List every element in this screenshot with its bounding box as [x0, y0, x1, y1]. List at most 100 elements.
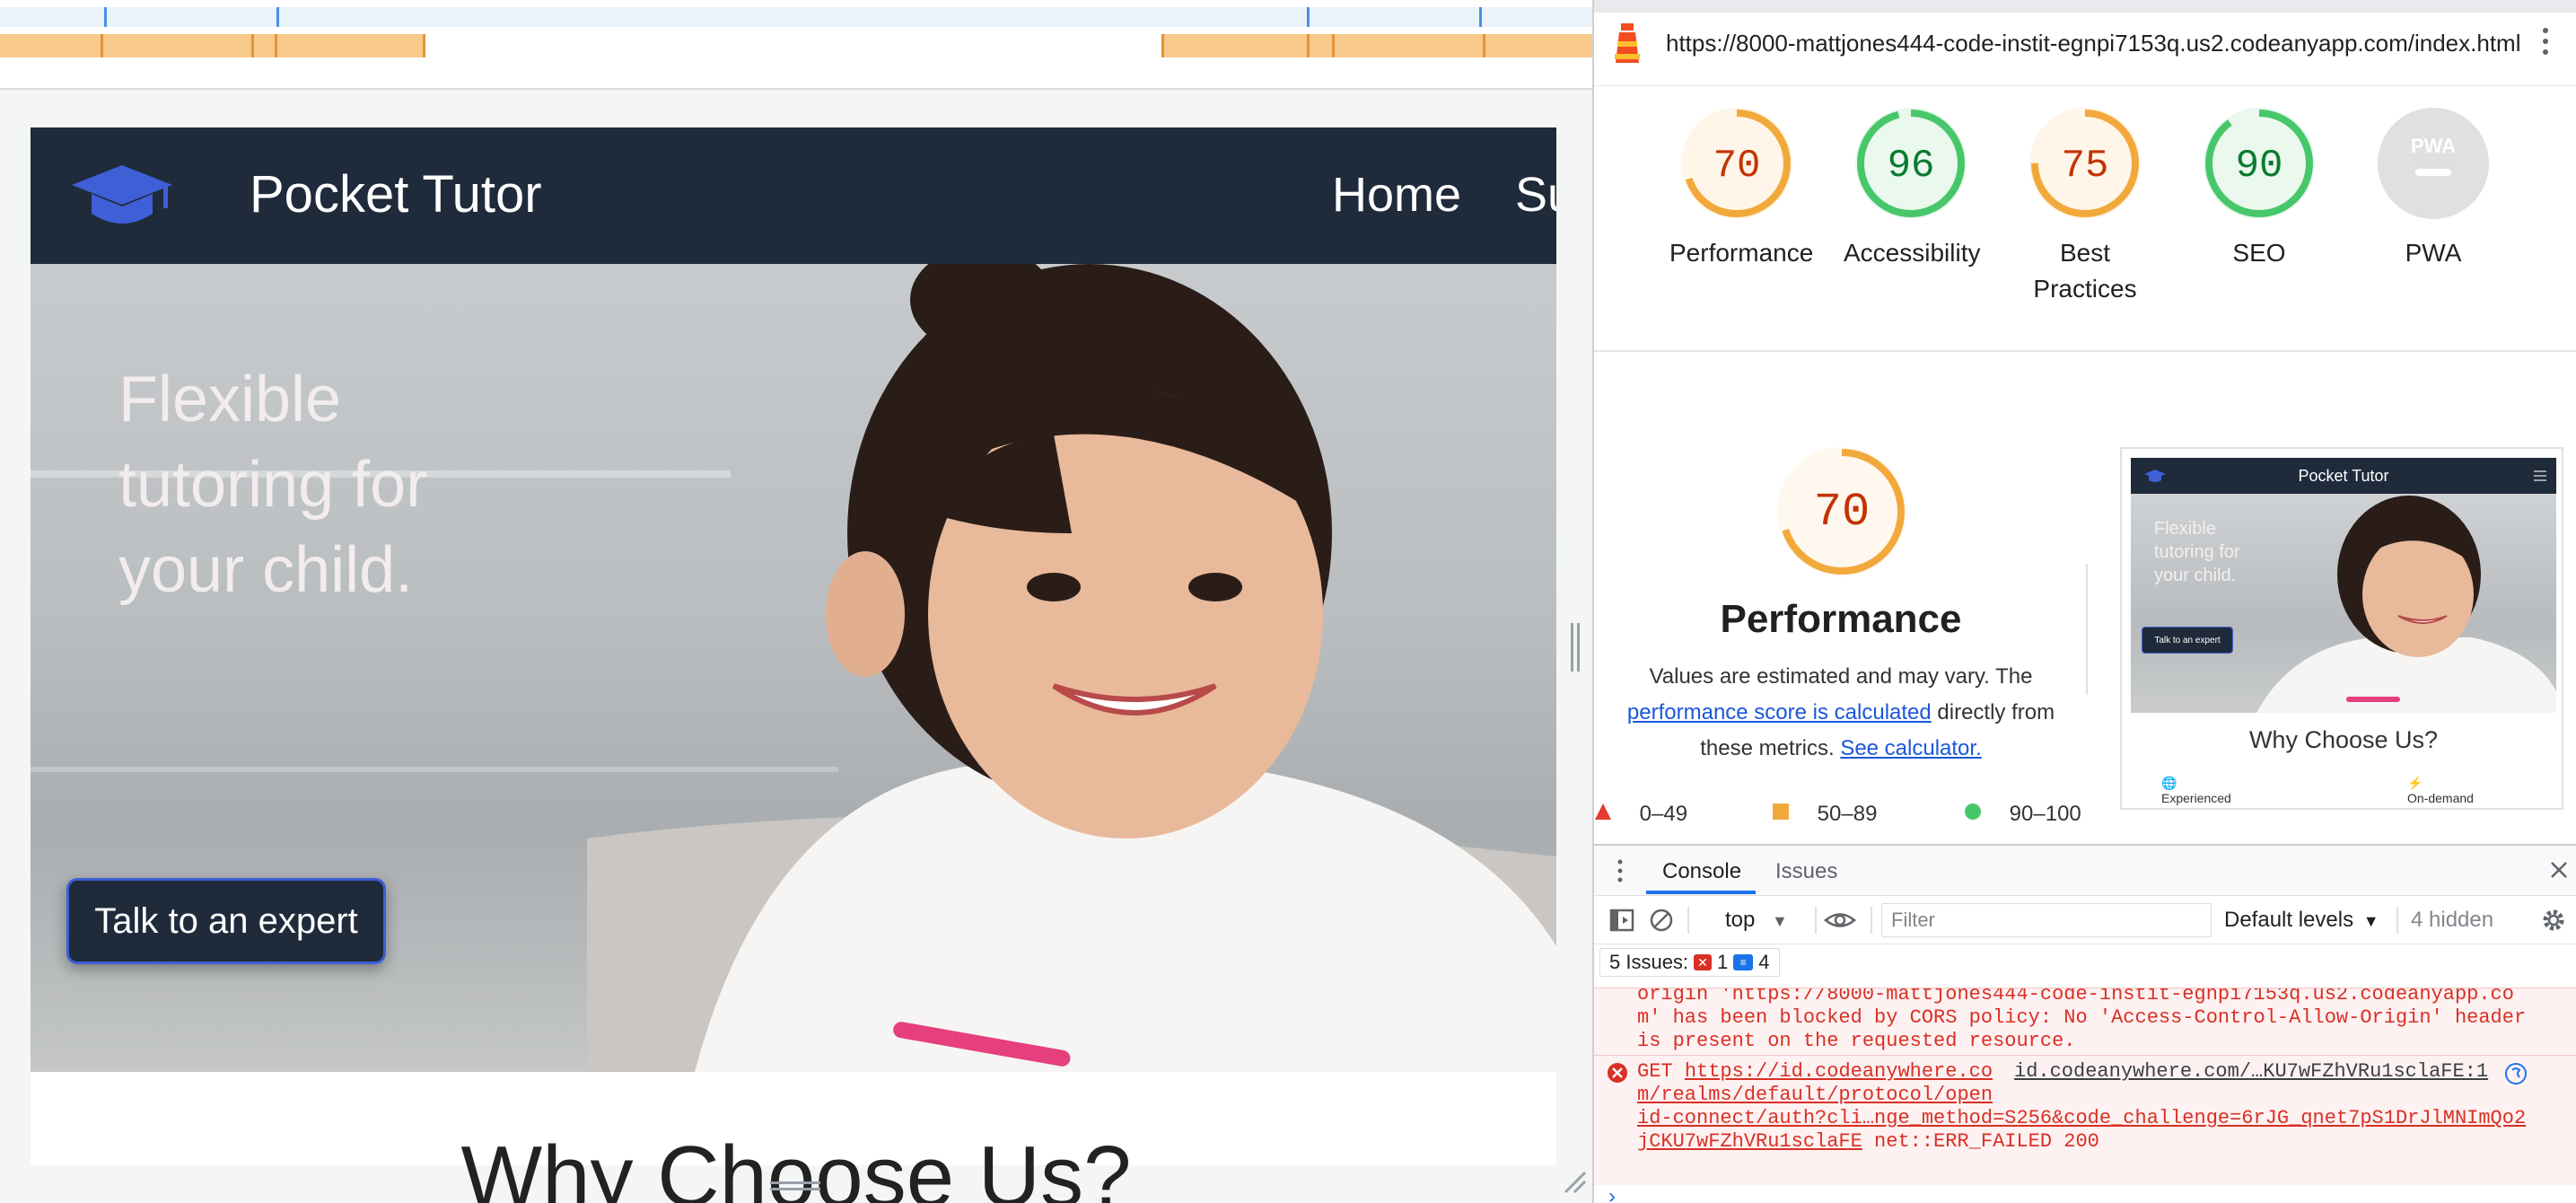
sidebar-toggle-icon[interactable]	[1608, 907, 1635, 934]
resize-corner-icon[interactable]	[1562, 1169, 1587, 1194]
timeline-task-mark	[1332, 34, 1335, 57]
score-gauge-best-practices[interactable]: 75 Best Practices	[2018, 104, 2152, 307]
log-source-link[interactable]: id.codeanywhere.com/…KU7wFZhVRu1sclaFE:1	[2014, 1060, 2488, 1084]
legend-range: 90–100	[2009, 801, 2081, 826]
score-gauge-accessibility[interactable]: 96 Accessibility	[1844, 104, 1981, 271]
log-levels-dropdown[interactable]: Default levels ▼	[2224, 905, 2379, 936]
console-drawer: Console Issues top ▼ Filter Default leve…	[1594, 844, 2576, 1203]
gear-icon[interactable]	[2540, 907, 2567, 934]
score-gauge-seo[interactable]: 90 SEO	[2192, 104, 2326, 271]
timeline-task-mark	[1483, 34, 1485, 57]
page-preview: Pocket Tutor Home Su Flexible tutor	[0, 0, 1592, 1203]
score-calculated-link[interactable]: performance score is calculated	[1627, 700, 1932, 724]
issues-counter-button[interactable]: 5 Issues: ✕ 1 ≡ 4	[1599, 948, 1780, 977]
log-request-url[interactable]: https://id.codeanywhere.co	[1685, 1060, 1993, 1083]
performance-score-large: 70	[1814, 486, 1870, 539]
gauge-value: 96	[1888, 144, 1935, 189]
divider	[1594, 1055, 2576, 1056]
log-request-url[interactable]: id-connect/auth?cli…nge_method=S256&code…	[1637, 1107, 2553, 1130]
context-selector[interactable]: top ▼	[1725, 905, 1788, 936]
divider	[1687, 907, 1689, 934]
devtools-panel: https://8000-mattjones444-code-instit-eg…	[1592, 0, 2576, 1203]
gauge-ring: 75	[2029, 108, 2141, 219]
see-calculator-link[interactable]: See calculator.	[1840, 736, 1981, 760]
drawer-tabbar: Console Issues	[1594, 846, 2576, 896]
console-log: origin 'https://8000-mattjones444-code-i…	[1594, 988, 2576, 1185]
eye-icon[interactable]	[1822, 907, 1858, 934]
score-gauge-pwa[interactable]: PWA PWA	[2366, 104, 2501, 271]
hero-section: Flexible tutoring for your child. Talk t…	[31, 264, 1556, 1072]
network-request-icon[interactable]	[2504, 1062, 2528, 1085]
pwa-dash-icon	[2415, 169, 2451, 176]
active-tab-indicator	[1646, 891, 1756, 894]
thumbnail-feature: ⚡ On-demand	[2407, 776, 2474, 805]
thumbnail-hero-title: Flexible tutoring for your child.	[2154, 519, 2240, 585]
tab-issues[interactable]: Issues	[1775, 855, 1837, 889]
nav-link-partial[interactable]: Su	[1515, 163, 1556, 226]
error-badge-icon: ✕	[1694, 954, 1713, 970]
toolbar-strip	[1594, 0, 2576, 13]
issues-info-count: 4	[1758, 951, 1770, 973]
legend-item-average: 50–89	[1772, 799, 1877, 829]
perf-desc-text: Values are estimated and may vary. The	[1649, 664, 2033, 689]
hamburger-menu-icon	[2534, 470, 2546, 481]
issues-bar: 5 Issues: ✕ 1 ≡ 4	[1594, 944, 2576, 980]
log-status: net::ERR_FAILED 200	[1874, 1130, 2099, 1153]
chevron-down-icon: ▼	[2362, 912, 2379, 930]
square-icon	[1772, 800, 1790, 829]
nav-link-home[interactable]: Home	[1332, 163, 1461, 226]
close-icon[interactable]	[2549, 860, 2569, 880]
legend-item-pass: 90–100	[1964, 799, 2081, 829]
thumbnail-feature: 🌐 Experienced	[2161, 776, 2231, 805]
gauge-ring: 96	[1855, 108, 1967, 219]
chevron-down-icon: ▼	[1772, 912, 1788, 930]
timeline-tick	[104, 7, 107, 27]
issues-label: 5 Issues:	[1609, 951, 1689, 973]
hidden-messages-count: 4 hidden	[2411, 908, 2494, 932]
log-request-url[interactable]: m/realms/default/protocol/open	[1637, 1084, 2553, 1107]
talk-to-expert-button[interactable]: Talk to an expert	[66, 878, 386, 964]
error-icon	[1608, 1063, 1627, 1083]
resize-grip-icon[interactable]	[770, 1180, 820, 1192]
performance-heading: Performance	[1720, 597, 1962, 641]
resize-handle-icon[interactable]	[1569, 623, 1582, 672]
tab-console[interactable]: Console	[1662, 855, 1741, 889]
gauge-ring: PWA	[2378, 108, 2489, 219]
page-screenshot-thumbnail[interactable]: Pocket Tutor Flexible tutoring for your …	[2120, 447, 2563, 810]
site-navbar: Pocket Tutor Home Su	[31, 127, 1556, 264]
gauge-value: 90	[2236, 144, 2283, 189]
performance-description: Values are estimated and may vary. The p…	[1612, 659, 2070, 767]
console-prompt[interactable]: ›	[1594, 1185, 2576, 1203]
console-message-cors: origin 'https://8000-mattjones444-code-i…	[1637, 988, 2571, 1053]
timeline-task-mark	[251, 34, 254, 57]
log-line: origin 'https://8000-mattjones444-code-i…	[1637, 988, 2514, 1005]
log-line: m' has been blocked by CORS policy: No '…	[1637, 1006, 2527, 1029]
divider	[2086, 564, 2088, 695]
score-gauge-performance[interactable]: 70 Performance	[1669, 104, 1814, 271]
filter-input[interactable]	[1881, 903, 2212, 937]
legend-range: 50–89	[1817, 801, 1878, 826]
more-options-icon[interactable]	[2535, 23, 2556, 59]
timeline-tick	[1479, 7, 1482, 27]
brand-name[interactable]: Pocket Tutor	[250, 163, 542, 226]
gauge-label: PWA	[2405, 239, 2462, 267]
audited-url[interactable]: https://8000-mattjones444-code-instit-eg…	[1666, 27, 2520, 59]
gauge-value: PWA	[2411, 135, 2456, 157]
thumbnail-why-heading: Why Choose Us?	[2248, 726, 2439, 753]
log-request-url[interactable]: jCKU7wFZhVRu1sclaFE	[1637, 1130, 1862, 1153]
gauge-ring: 70	[1681, 108, 1792, 219]
timeline-task-mark	[1307, 34, 1310, 57]
drawer-menu-icon[interactable]	[1616, 858, 1625, 883]
gauge-label: Performance	[1669, 239, 1814, 267]
gauge-label: Best Practices	[2033, 239, 2137, 303]
hero-title: Flexible tutoring for your child.	[118, 364, 428, 606]
website-viewport: Pocket Tutor Home Su Flexible tutor	[31, 127, 1556, 1165]
divider	[1815, 907, 1817, 934]
thumbnail-hero-photo	[2256, 496, 2556, 713]
clear-console-icon[interactable]	[1648, 907, 1675, 934]
divider	[1594, 350, 2576, 352]
gauge-label: Accessibility	[1844, 239, 1981, 267]
graduation-cap-icon[interactable]	[70, 162, 174, 230]
log-line: is present on the requested resource.	[1637, 1030, 2076, 1052]
lighthouse-url-bar: https://8000-mattjones444-code-instit-eg…	[1594, 0, 2576, 86]
